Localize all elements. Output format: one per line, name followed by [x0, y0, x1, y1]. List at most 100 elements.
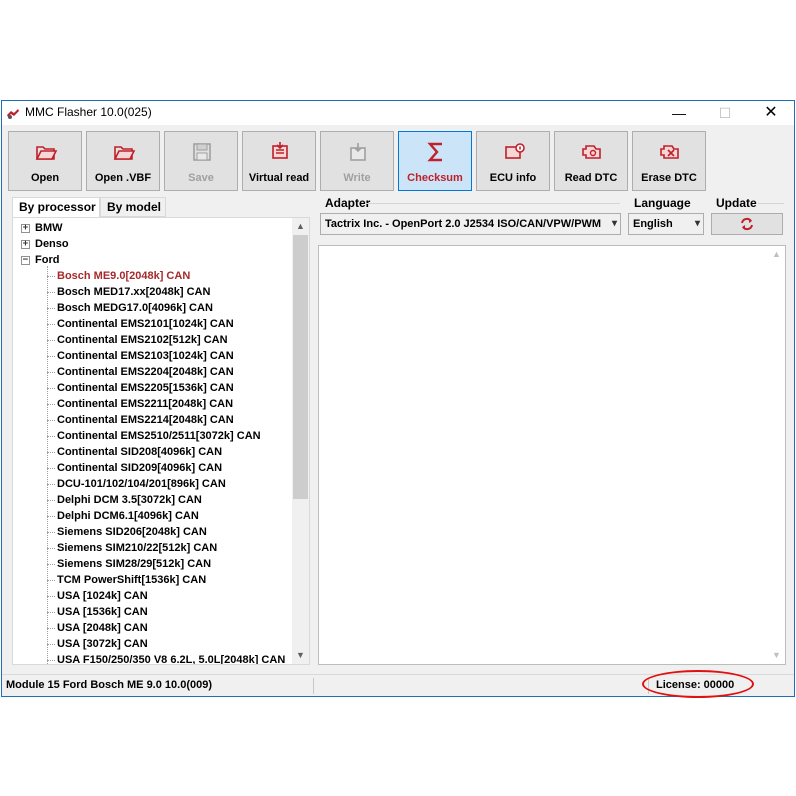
tree-item[interactable]: Bosch MEDG17.0[4096k] CAN [57, 300, 213, 316]
tree-item[interactable]: Continental EMS2214[2048k] CAN [57, 412, 234, 428]
tab-by-model[interactable]: By model [100, 197, 166, 217]
scroll-up-icon[interactable]: ▲ [292, 218, 309, 235]
tree-item[interactable]: Delphi DCM6.1[4096k] CAN [57, 508, 199, 524]
tree-connector-line [47, 580, 55, 581]
engine-erase-icon [660, 145, 679, 159]
app-window: MMC Flasher 10.0(025) — ☐ ✕ Open Open .V… [1, 100, 795, 698]
adapter-label: Adapter [325, 196, 371, 210]
save-button[interactable]: Save [164, 131, 238, 191]
checksum-button[interactable]: Checksum [398, 131, 472, 191]
tree-item[interactable]: Continental EMS2102[512k] CAN [57, 332, 228, 348]
virtual-read-label: Virtual read [248, 172, 310, 184]
tree-item[interactable]: Continental EMS2204[2048k] CAN [57, 364, 234, 380]
write-button[interactable]: Write [320, 131, 394, 191]
erase-dtc-button[interactable]: Erase DTC [632, 131, 706, 191]
adapter-select[interactable]: Tactrix Inc. - OpenPort 2.0 J2534 ISO/CA… [320, 213, 621, 235]
tree-connector-line [47, 596, 55, 597]
log-scrollbar[interactable]: ▲ ▼ [768, 246, 785, 664]
adapter-group-line [365, 203, 620, 204]
tree-group-label: BMW [35, 222, 63, 234]
tree-item[interactable]: Siemens SIM210/22[512k] CAN [57, 540, 217, 556]
tree-item[interactable]: Continental EMS2211[2048k] CAN [57, 396, 233, 412]
tree-item[interactable]: USA F150/250/350 V8 6.2L, 5.0L[2048k] CA… [57, 652, 285, 664]
license-highlight-circle [642, 670, 754, 698]
tree-connector-line [47, 356, 55, 357]
tree-connector-line [47, 612, 55, 613]
write-label: Write [343, 172, 371, 184]
expand-icon[interactable]: + [21, 240, 30, 249]
log-pane[interactable]: ▲ ▼ [318, 245, 786, 665]
language-label: Language [634, 196, 691, 210]
ecu-tree: + BMW + Denso − Ford Bosch ME9.0[2048k] … [12, 217, 310, 665]
tree-item[interactable]: USA [2048k] CAN [57, 620, 148, 636]
tree-item[interactable]: DCU-101/102/104/201[896k] CAN [57, 476, 226, 492]
tree-connector-line [47, 404, 55, 405]
tab-by-processor[interactable]: By processor [12, 197, 100, 218]
tree-item[interactable]: USA [1536k] CAN [57, 604, 148, 620]
tree-item[interactable]: Bosch ME9.0[2048k] CAN [57, 268, 190, 284]
tree-item[interactable]: TCM PowerShift[1536k] CAN [57, 572, 206, 588]
erase-dtc-label: Erase DTC [641, 172, 697, 184]
save-label: Save [188, 172, 214, 184]
tree-connector-line [47, 564, 55, 565]
read-dtc-label: Read DTC [564, 172, 618, 184]
tree-connector-line [47, 644, 55, 645]
read-dtc-button[interactable]: Read DTC [554, 131, 628, 191]
tree-connector-line [47, 436, 55, 437]
tree-connector-line [47, 548, 55, 549]
tree-connector-line [47, 532, 55, 533]
checksum-label: Checksum [407, 172, 463, 184]
tree-item[interactable]: USA [1024k] CAN [57, 588, 148, 604]
tree-connector-line [47, 276, 55, 277]
toolbar: Open Open .VBF Save Virtual read Write C… [2, 125, 794, 195]
adapter-value: Tactrix Inc. - OpenPort 2.0 J2534 ISO/CA… [325, 218, 602, 230]
folder-open-icon [35, 146, 58, 160]
tree-group-label: Denso [35, 238, 69, 250]
scroll-up-icon[interactable]: ▲ [768, 246, 785, 263]
tree-item[interactable]: USA [3072k] CAN [57, 636, 148, 652]
update-group-line [758, 203, 784, 204]
chevron-down-icon: ▾ [611, 218, 617, 229]
language-value: English [633, 218, 673, 230]
tree-connector-line [47, 308, 55, 309]
app-logo-icon [7, 109, 19, 119]
virtual-read-icon [272, 142, 288, 159]
window-title: MMC Flasher 10.0(025) [25, 105, 152, 119]
tree-connector-line [47, 500, 55, 501]
scroll-down-icon[interactable]: ▼ [768, 647, 785, 664]
tree-item[interactable]: Continental SID208[4096k] CAN [57, 444, 222, 460]
update-label: Update [716, 196, 757, 210]
maximize-button[interactable]: ☐ [702, 101, 748, 125]
tree-item[interactable]: Siemens SIM28/29[512k] CAN [57, 556, 211, 572]
tree-connector-line [47, 324, 55, 325]
tree-item[interactable]: Continental SID209[4096k] CAN [57, 460, 222, 476]
scroll-down-icon[interactable]: ▼ [292, 647, 309, 664]
tree-item[interactable]: Siemens SID206[2048k] CAN [57, 524, 207, 540]
tree-connector-line [47, 420, 55, 421]
ecu-info-button[interactable]: ECU info [476, 131, 550, 191]
tree-item[interactable]: Delphi DCM 3.5[3072k] CAN [57, 492, 202, 508]
tree-item[interactable]: Bosch MED17.xx[2048k] CAN [57, 284, 210, 300]
open-vbf-button[interactable]: Open .VBF [86, 131, 160, 191]
expand-icon[interactable]: + [21, 224, 30, 233]
collapse-icon[interactable]: − [21, 256, 30, 265]
write-icon [350, 143, 366, 161]
open-label: Open [30, 172, 60, 184]
minimize-button[interactable]: — [656, 101, 702, 125]
tree-connector-line [47, 292, 55, 293]
open-vbf-label: Open .VBF [94, 172, 152, 184]
tree-item[interactable]: Continental EMS2103[1024k] CAN [57, 348, 234, 364]
scroll-thumb[interactable] [293, 235, 308, 499]
open-button[interactable]: Open [8, 131, 82, 191]
tree-scrollbar[interactable]: ▲ ▼ [292, 218, 309, 664]
tree-item[interactable]: Continental EMS2205[1536k] CAN [57, 380, 234, 396]
title-bar[interactable]: MMC Flasher 10.0(025) — ☐ ✕ [2, 101, 794, 125]
update-button[interactable] [711, 213, 783, 235]
tree-item[interactable]: Continental EMS2101[1024k] CAN [57, 316, 234, 332]
tree-connector-line [47, 628, 55, 629]
engine-read-icon [582, 145, 601, 159]
tree-item[interactable]: Continental EMS2510/2511[3072k] CAN [57, 428, 261, 444]
close-button[interactable]: ✕ [748, 101, 794, 125]
language-select[interactable]: English ▾ [628, 213, 704, 235]
virtual-read-button[interactable]: Virtual read [242, 131, 316, 191]
